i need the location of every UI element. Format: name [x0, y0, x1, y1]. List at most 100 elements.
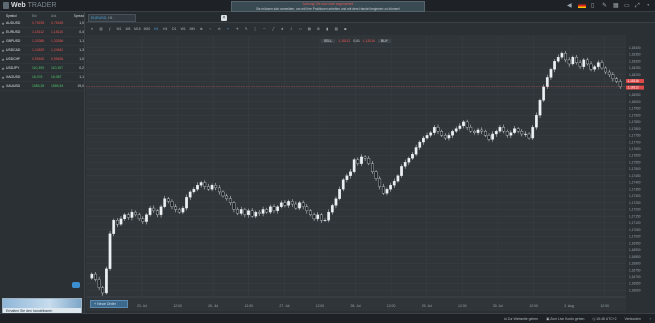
fullscreen-icon[interactable]: ⤢ [635, 3, 641, 9]
watchlist-row[interactable]: ★ XAUUSD 1555,35 1555,54 19,0 [0, 82, 84, 91]
candle-body [564, 52, 567, 61]
timeframe-h4[interactable]: H4 [162, 26, 168, 33]
rectangle-icon[interactable]: □ [297, 26, 303, 33]
chart-type-icon[interactable]: ▥ [98, 26, 104, 33]
timeframe-w1[interactable]: W1 [180, 26, 186, 33]
row-symbol: USDCAD [6, 48, 21, 52]
candle-body [403, 162, 407, 167]
y-tick-label: 1,17900 [629, 113, 641, 117]
y-tick-label: 1,17700 [629, 140, 641, 144]
y-tick-label: 1,17400 [629, 181, 641, 185]
y-tick-label: 1,18050 [629, 93, 641, 97]
vertical-line-icon[interactable]: │ [252, 26, 258, 33]
horizontal-line-icon[interactable]: ─ [261, 26, 267, 33]
row-spread: 0,4 [79, 30, 84, 34]
window-icon[interactable]: ▭ [624, 3, 630, 9]
y-tick-label: 1,17450 [629, 174, 641, 178]
chat-bubble-icon[interactable] [72, 282, 80, 288]
fibonacci-icon[interactable]: ⋔ [279, 26, 285, 33]
login-alert[interactable]: Achtung! Sie sind nicht angemeldet! Sie … [231, 1, 425, 12]
candle-body [148, 207, 152, 215]
candle-body [516, 128, 520, 132]
alert-message: Sie müssen sich anmelden, um mit Ihre Po… [256, 6, 400, 11]
row-ask: 110,397 [51, 66, 64, 70]
channel-icon[interactable]: ⫽ [288, 26, 294, 33]
price-chart[interactable]: 1,18400 1,18350 1,18300 1,18250 1,18200 1,181… [86, 35, 655, 311]
website-link[interactable]: ⧉ Zur Webseite gehen [504, 317, 538, 321]
top-bar: Web TRADER Achtung! Sie sind nicht angeme… [0, 0, 655, 12]
candle-body [141, 218, 145, 222]
candle-body [392, 180, 396, 186]
menu-icon[interactable]: ≡ [89, 26, 95, 33]
crosshair-icon[interactable]: ✛ [234, 26, 240, 33]
candle-body [268, 206, 272, 213]
candle-body [520, 131, 524, 135]
watchlist-row[interactable]: ★ EURUSD 1,18112 1,18116 0,4 [0, 28, 84, 37]
cursor-icon[interactable]: ↖ [225, 26, 231, 33]
bars-icon[interactable]: ▮ [324, 26, 330, 33]
candle-body [589, 63, 593, 70]
row-spread: 1,1 [79, 39, 84, 43]
candle-body [451, 131, 454, 136]
clock: ◷ 15:48 UTC+2 [592, 316, 617, 321]
candle-body [94, 273, 97, 280]
draw-icon[interactable]: ✎ [243, 26, 249, 33]
candle-body [137, 214, 141, 220]
zoom-icon[interactable]: ⊖ [216, 26, 222, 33]
watchlist-row[interactable]: ★ GBPUSD 1,33385 1,33396 1,1 [0, 37, 84, 46]
live-account-link[interactable]: ▣ Zum Live Konto gehen [546, 317, 584, 321]
candle-body [604, 67, 607, 73]
indicators-icon[interactable]: ƒ [107, 26, 113, 33]
plus-icon[interactable]: ⊕ [198, 26, 204, 33]
watchlist-row[interactable]: ★ USDCHF 0,99465 0,99455 1,0 [0, 55, 84, 64]
candle-body [443, 135, 447, 139]
watchlist-row[interactable]: ★ USDCAD 1,24829 1,24842 1,3 [0, 46, 84, 55]
chat-icon[interactable]: ◔ [646, 3, 652, 9]
watchlist-row[interactable]: ★ AUDUSD 0,75155 0,75165 1,0 [0, 19, 84, 28]
camera-icon[interactable]: ◙ [342, 26, 348, 33]
timeframe-m30[interactable]: M30 [144, 26, 151, 33]
trendline-icon[interactable]: ╱ [270, 26, 276, 33]
close-icon[interactable]: × [221, 15, 227, 21]
watchlist-row[interactable]: ★ USDJPY 110,395 110,397 0,2 [0, 64, 84, 73]
watchlist-row[interactable]: ★ XAGUSD 16,076 16,087 1,1 [0, 73, 84, 82]
settings-icon[interactable]: ⚙ [315, 26, 321, 33]
edit-icon[interactable]: ✎ [602, 3, 608, 9]
sell-price[interactable]: 1,18112 [338, 39, 350, 43]
candle-body [312, 214, 316, 220]
candle-body [465, 121, 469, 128]
timeframe-mn[interactable]: MN [189, 26, 195, 33]
timeframe-h1[interactable]: H1 [153, 26, 159, 33]
timeframe-d1[interactable]: D1 [171, 26, 177, 33]
timeframe-m5[interactable]: M5 [125, 26, 131, 33]
quantity-input[interactable]: 0,01 [353, 39, 360, 43]
header-spread: Spread [73, 13, 84, 18]
chart-toolbar: ≡ ▥ ƒ M1 M5 M15 M30 H1 H4 D1 W1 MN ⊕ ⌁ ⊖ ↖ ✛ ✎ │… [86, 24, 655, 34]
layout-icon[interactable]: ▦ [613, 3, 619, 9]
buy-price[interactable]: 1,18116 [363, 39, 375, 43]
y-tick-label: 1,16600 [629, 288, 641, 292]
chart-area[interactable]: 1,18400 1,18350 1,18300 1,18250 1,18200 1,181… [86, 35, 655, 311]
candle-body [440, 131, 444, 136]
flag-icon[interactable] [578, 3, 586, 8]
candle-body [553, 61, 556, 70]
candle-body [538, 100, 542, 116]
candle-body [341, 179, 345, 190]
y-tick-label: 1,17200 [629, 208, 641, 212]
sell-button[interactable]: SELL [321, 39, 336, 43]
sound-icon[interactable]: ◀ [567, 3, 573, 9]
chat-icon[interactable]: ◔ [649, 317, 651, 321]
candle-body [254, 211, 258, 217]
mobile-icon[interactable]: ▯ [591, 3, 597, 9]
tab-eurusd[interactable]: EURUSD, H1 [88, 14, 136, 22]
chart-style-icon[interactable]: ▤ [306, 26, 312, 33]
candle-body [513, 128, 516, 133]
line-chart-icon[interactable]: ⌁ [207, 26, 213, 33]
x-tick-label: 12:00 [316, 304, 325, 308]
buy-button[interactable]: BUY [377, 39, 391, 43]
timeframe-m1[interactable]: M1 [116, 26, 122, 33]
new-order-button[interactable]: + Neue Order [90, 300, 128, 308]
timeframe-m15[interactable]: M15 [134, 26, 141, 33]
template-icon[interactable]: ▧ [333, 26, 339, 33]
candle-body [411, 154, 414, 159]
